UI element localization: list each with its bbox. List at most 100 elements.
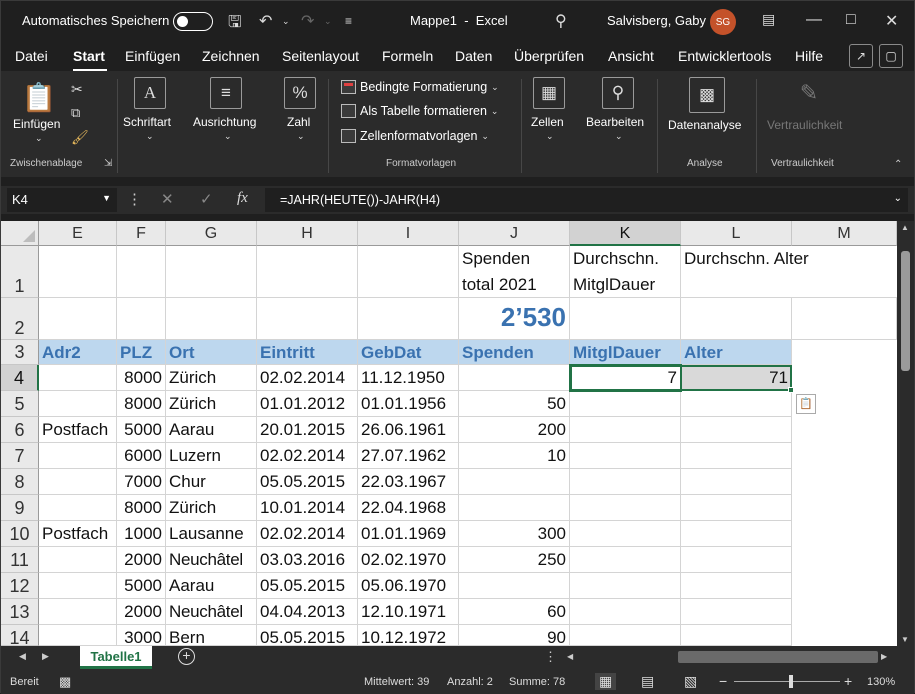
cell-h10[interactable]: 02.02.2014 xyxy=(257,521,358,547)
editing-icon[interactable]: ⚲ xyxy=(602,77,634,109)
page-layout-view-icon[interactable]: ▤ xyxy=(641,673,654,690)
cell-e10[interactable]: Postfach xyxy=(39,521,117,547)
row-header-8[interactable]: 8 xyxy=(1,469,39,495)
paste-options-icon[interactable]: 📋 xyxy=(796,394,816,414)
cell-l1[interactable]: Durchschn. Alter xyxy=(681,246,897,298)
cell-i12[interactable]: 05.06.1970 xyxy=(358,573,459,599)
paste-dropdown-icon[interactable]: ⌄ xyxy=(35,133,43,144)
cell-f6[interactable]: 5000 xyxy=(117,417,166,443)
cell-g4[interactable]: Zürich xyxy=(166,365,257,391)
cell-h6[interactable]: 20.01.2015 xyxy=(257,417,358,443)
column-header-m[interactable]: M xyxy=(792,221,897,246)
cell-e14[interactable] xyxy=(39,625,117,646)
cell-k5[interactable] xyxy=(570,391,681,417)
tab-entwicklertools[interactable]: Entwicklertools xyxy=(678,48,771,64)
paste-button[interactable]: Einfügen xyxy=(13,117,60,131)
cell-k6[interactable] xyxy=(570,417,681,443)
editing-dropdown-icon[interactable]: ⌄ xyxy=(615,131,623,142)
cell-i14[interactable]: 10.12.1972 xyxy=(358,625,459,647)
cell-l14[interactable] xyxy=(681,625,792,646)
ribbon-display-icon[interactable]: ▤ xyxy=(762,11,775,28)
cell-i10[interactable]: 01.01.1969 xyxy=(358,521,459,547)
tab-split-handle-icon[interactable]: ⋮ xyxy=(544,649,557,665)
copy-icon[interactable]: ⧉ xyxy=(71,105,80,121)
cell-f9[interactable]: 8000 xyxy=(117,495,166,521)
tab-start[interactable]: Start xyxy=(73,48,105,64)
cells-button[interactable]: Zellen xyxy=(531,115,564,129)
format-as-table-button[interactable]: Als Tabelle formatieren ⌄ xyxy=(341,104,498,118)
row-header-5[interactable]: 5 xyxy=(1,391,39,417)
tab-einfuegen[interactable]: Einfügen xyxy=(125,48,180,64)
cell-h8[interactable]: 05.05.2015 xyxy=(257,469,358,495)
row-header-14[interactable]: 14 xyxy=(1,625,39,648)
cell-g10[interactable]: Lausanne xyxy=(166,521,257,547)
zoom-out-icon[interactable]: − xyxy=(719,673,727,689)
cut-icon[interactable]: ✂ xyxy=(71,81,83,98)
comments-icon[interactable]: ▢ xyxy=(879,44,903,68)
cell-h2[interactable] xyxy=(257,298,358,340)
cell-e1[interactable] xyxy=(39,246,117,298)
cell-f10[interactable]: 1000 xyxy=(117,521,166,547)
select-all-corner[interactable] xyxy=(1,221,39,246)
cell-j7[interactable]: 10 xyxy=(459,443,570,469)
fill-handle[interactable] xyxy=(788,387,794,393)
cell-e7[interactable] xyxy=(39,443,117,469)
header-ort[interactable]: Ort xyxy=(166,340,257,365)
editing-button[interactable]: Bearbeiten xyxy=(586,115,644,129)
more-options-icon[interactable]: ⋮ xyxy=(127,190,142,208)
cell-f14[interactable]: 3000 xyxy=(117,625,166,647)
cell-k13[interactable] xyxy=(570,599,681,625)
close-icon[interactable]: ✕ xyxy=(885,11,898,31)
cell-f2[interactable] xyxy=(117,298,166,340)
cell-k4[interactable]: 7 xyxy=(569,364,682,392)
cell-h5[interactable]: 01.01.2012 xyxy=(257,391,358,417)
cell-m2[interactable] xyxy=(792,298,897,340)
number-format-icon[interactable]: % xyxy=(284,77,316,109)
cell-j8[interactable] xyxy=(459,469,570,495)
row-header-2[interactable]: 2 xyxy=(1,298,39,340)
cell-e8[interactable] xyxy=(39,469,117,495)
expand-formula-icon[interactable]: ⌄ xyxy=(894,193,902,204)
maximize-icon[interactable]: □ xyxy=(846,11,856,29)
zoom-slider-thumb[interactable] xyxy=(789,675,793,688)
minimize-icon[interactable]: — xyxy=(806,11,822,29)
cells-icon[interactable]: ▦ xyxy=(533,77,565,109)
cell-k11[interactable] xyxy=(570,547,681,573)
autosave-toggle[interactable] xyxy=(173,12,213,31)
cell-i4[interactable]: 11.12.1950 xyxy=(358,365,459,391)
redo-icon[interactable]: ↷ xyxy=(301,11,314,31)
header-alter[interactable]: Alter xyxy=(681,340,792,365)
row-header-9[interactable]: 9 xyxy=(1,495,39,521)
cell-i11[interactable]: 02.02.1970 xyxy=(358,547,459,573)
cell-e5[interactable] xyxy=(39,391,117,417)
enter-icon[interactable]: ✓ xyxy=(200,190,213,208)
cell-l8[interactable] xyxy=(681,469,792,495)
cell-e12[interactable] xyxy=(39,573,117,599)
cell-i13[interactable]: 12.10.1971 xyxy=(358,599,459,625)
header-adr2[interactable]: Adr2 xyxy=(39,340,117,365)
cell-g11[interactable]: Neuchâtel xyxy=(166,547,257,573)
cell-g12[interactable]: Aarau xyxy=(166,573,257,599)
cell-j11[interactable]: 250 xyxy=(459,547,570,573)
normal-view-icon[interactable]: ▦ xyxy=(595,673,617,690)
prev-sheet-icon[interactable]: ◀ xyxy=(19,651,26,662)
cell-j10[interactable]: 300 xyxy=(459,521,570,547)
cell-f7[interactable]: 6000 xyxy=(117,443,166,469)
row-header-1[interactable]: 1 xyxy=(1,246,39,298)
header-mitgldauer[interactable]: MitglDauer xyxy=(570,340,681,365)
cell-h1[interactable] xyxy=(257,246,358,298)
scroll-left-icon[interactable]: ◀ xyxy=(567,652,573,661)
column-header-h[interactable]: H xyxy=(257,221,358,246)
scroll-up-icon[interactable]: ▲ xyxy=(901,223,909,232)
tab-ansicht[interactable]: Ansicht xyxy=(608,48,654,64)
search-icon[interactable]: ⚲ xyxy=(555,11,567,31)
cell-i7[interactable]: 27.07.1962 xyxy=(358,443,459,469)
add-sheet-icon[interactable]: + xyxy=(178,648,195,665)
cell-h7[interactable]: 02.02.2014 xyxy=(257,443,358,469)
cell-l4[interactable]: 71 xyxy=(681,365,792,391)
vertical-scroll-thumb[interactable] xyxy=(901,251,910,371)
cell-k1[interactable]: Durchschn. MitglDauer xyxy=(570,246,681,298)
tab-ueberpruefen[interactable]: Überprüfen xyxy=(514,48,584,64)
cell-g14[interactable]: Bern xyxy=(166,625,257,647)
cell-h14[interactable]: 05.05.2015 xyxy=(257,625,358,647)
